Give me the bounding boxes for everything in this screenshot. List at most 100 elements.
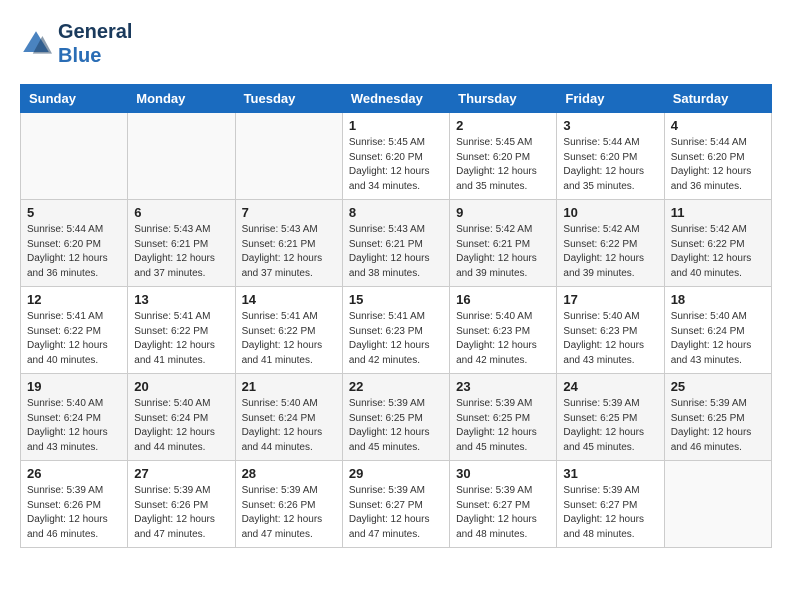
day-number: 20 xyxy=(134,379,228,394)
calendar-week-row: 19 Sunrise: 5:40 AMSunset: 6:24 PMDayligh… xyxy=(21,374,772,461)
calendar-cell: 11Sunrise: 5:42 AMSunset: 6:22 PMDayligh… xyxy=(664,200,771,287)
calendar-cell: 10 Sunrise: 5:42 AMSunset: 6:22 PMDayligh… xyxy=(557,200,664,287)
calendar-week-row: 1 Sunrise: 5:45 AMSunset: 6:20 PMDaylight… xyxy=(21,113,772,200)
day-number: 3 xyxy=(563,118,657,133)
weekday-header: Friday xyxy=(557,85,664,113)
day-info: Sunrise: 5:45 AMSunset: 6:20 PMDaylight:… xyxy=(456,136,550,194)
day-number: 7 xyxy=(242,205,336,220)
calendar-cell: 9Sunrise: 5:42 AMSunset: 6:21 PMDaylight… xyxy=(450,200,557,287)
calendar-cell: 22Sunrise: 5:39 AMSunset: 6:25 PMDayligh… xyxy=(342,374,449,461)
calendar-cell: 4Sunrise: 5:44 AMSunset: 6:20 PMDaylight… xyxy=(664,113,771,200)
calendar-cell xyxy=(664,461,771,548)
calendar-week-row: 5 Sunrise: 5:44 AMSunset: 6:20 PMDaylight… xyxy=(21,200,772,287)
day-info: Sunrise: 5:41 AMSunset: 6:22 PMDaylight:… xyxy=(134,310,228,368)
day-number: 30 xyxy=(456,466,550,481)
calendar-cell: 20 Sunrise: 5:40 AMSunset: 6:24 PMDayligh… xyxy=(128,374,235,461)
day-info: Sunrise: 5:40 AMSunset: 6:23 PMDaylight:… xyxy=(456,310,550,368)
page-header: General Blue xyxy=(20,20,772,68)
day-number: 14 xyxy=(242,292,336,307)
day-info: Sunrise: 5:41 AMSunset: 6:22 PMDaylight:… xyxy=(242,310,336,368)
calendar-cell xyxy=(128,113,235,200)
day-number: 17 xyxy=(563,292,657,307)
calendar-cell: 13 Sunrise: 5:41 AMSunset: 6:22 PMDayligh… xyxy=(128,287,235,374)
day-number: 28 xyxy=(242,466,336,481)
day-number: 2 xyxy=(456,118,550,133)
day-number: 12 xyxy=(27,292,121,307)
calendar-cell: 24 Sunrise: 5:39 AMSunset: 6:25 PMDayligh… xyxy=(557,374,664,461)
calendar-cell: 23Sunrise: 5:39 AMSunset: 6:25 PMDayligh… xyxy=(450,374,557,461)
day-info: Sunrise: 5:39 AMSunset: 6:27 PMDaylight:… xyxy=(456,484,550,542)
day-info: Sunrise: 5:44 AMSunset: 6:20 PMDaylight:… xyxy=(563,136,657,194)
weekday-header: Wednesday xyxy=(342,85,449,113)
day-number: 10 xyxy=(563,205,657,220)
day-info: Sunrise: 5:41 AMSunset: 6:22 PMDaylight:… xyxy=(27,310,121,368)
day-info: Sunrise: 5:39 AMSunset: 6:25 PMDaylight:… xyxy=(671,397,765,455)
calendar-cell: 5 Sunrise: 5:44 AMSunset: 6:20 PMDaylight… xyxy=(21,200,128,287)
calendar-cell: 3 Sunrise: 5:44 AMSunset: 6:20 PMDaylight… xyxy=(557,113,664,200)
day-info: Sunrise: 5:40 AMSunset: 6:24 PMDaylight:… xyxy=(671,310,765,368)
calendar-cell: 19 Sunrise: 5:40 AMSunset: 6:24 PMDayligh… xyxy=(21,374,128,461)
day-number: 29 xyxy=(349,466,443,481)
day-info: Sunrise: 5:39 AMSunset: 6:26 PMDaylight:… xyxy=(134,484,228,542)
calendar-cell: 8 Sunrise: 5:43 AMSunset: 6:21 PMDaylight… xyxy=(342,200,449,287)
day-info: Sunrise: 5:43 AMSunset: 6:21 PMDaylight:… xyxy=(134,223,228,281)
day-number: 25 xyxy=(671,379,765,394)
calendar-week-row: 12 Sunrise: 5:41 AMSunset: 6:22 PMDayligh… xyxy=(21,287,772,374)
calendar-cell: 18Sunrise: 5:40 AMSunset: 6:24 PMDayligh… xyxy=(664,287,771,374)
day-info: Sunrise: 5:44 AMSunset: 6:20 PMDaylight:… xyxy=(671,136,765,194)
calendar-cell: 14 Sunrise: 5:41 AMSunset: 6:22 PMDayligh… xyxy=(235,287,342,374)
day-number: 24 xyxy=(563,379,657,394)
calendar-cell xyxy=(235,113,342,200)
day-number: 8 xyxy=(349,205,443,220)
calendar-cell: 1 Sunrise: 5:45 AMSunset: 6:20 PMDaylight… xyxy=(342,113,449,200)
calendar-cell: 12 Sunrise: 5:41 AMSunset: 6:22 PMDayligh… xyxy=(21,287,128,374)
day-number: 9 xyxy=(456,205,550,220)
calendar-cell: 2 Sunrise: 5:45 AMSunset: 6:20 PMDaylight… xyxy=(450,113,557,200)
day-info: Sunrise: 5:45 AMSunset: 6:20 PMDaylight:… xyxy=(349,136,443,194)
calendar-cell: 25 Sunrise: 5:39 AMSunset: 6:25 PMDayligh… xyxy=(664,374,771,461)
calendar: SundayMondayTuesdayWednesdayThursdayFrid… xyxy=(20,84,772,548)
day-number: 31 xyxy=(563,466,657,481)
calendar-cell: 21 Sunrise: 5:40 AMSunset: 6:24 PMDayligh… xyxy=(235,374,342,461)
calendar-cell: 26 Sunrise: 5:39 AMSunset: 6:26 PMDayligh… xyxy=(21,461,128,548)
day-number: 19 xyxy=(27,379,121,394)
day-info: Sunrise: 5:43 AMSunset: 6:21 PMDaylight:… xyxy=(242,223,336,281)
day-info: Sunrise: 5:44 AMSunset: 6:20 PMDaylight:… xyxy=(27,223,121,281)
calendar-cell: 17Sunrise: 5:40 AMSunset: 6:23 PMDayligh… xyxy=(557,287,664,374)
logo: General Blue xyxy=(20,20,132,68)
day-info: Sunrise: 5:42 AMSunset: 6:22 PMDaylight:… xyxy=(671,223,765,281)
day-info: Sunrise: 5:39 AMSunset: 6:25 PMDaylight:… xyxy=(563,397,657,455)
calendar-week-row: 26 Sunrise: 5:39 AMSunset: 6:26 PMDayligh… xyxy=(21,461,772,548)
day-info: Sunrise: 5:39 AMSunset: 6:27 PMDaylight:… xyxy=(349,484,443,542)
calendar-cell xyxy=(21,113,128,200)
weekday-header: Monday xyxy=(128,85,235,113)
calendar-cell: 7 Sunrise: 5:43 AMSunset: 6:21 PMDaylight… xyxy=(235,200,342,287)
calendar-cell: 15 Sunrise: 5:41 AMSunset: 6:23 PMDayligh… xyxy=(342,287,449,374)
day-info: Sunrise: 5:40 AMSunset: 6:24 PMDaylight:… xyxy=(134,397,228,455)
day-number: 21 xyxy=(242,379,336,394)
calendar-cell: 27Sunrise: 5:39 AMSunset: 6:26 PMDayligh… xyxy=(128,461,235,548)
day-number: 5 xyxy=(27,205,121,220)
calendar-cell: 30 Sunrise: 5:39 AMSunset: 6:27 PMDayligh… xyxy=(450,461,557,548)
day-number: 26 xyxy=(27,466,121,481)
day-info: Sunrise: 5:39 AMSunset: 6:26 PMDaylight:… xyxy=(242,484,336,542)
day-info: Sunrise: 5:40 AMSunset: 6:24 PMDaylight:… xyxy=(242,397,336,455)
weekday-header: Saturday xyxy=(664,85,771,113)
day-info: Sunrise: 5:41 AMSunset: 6:23 PMDaylight:… xyxy=(349,310,443,368)
day-number: 23 xyxy=(456,379,550,394)
day-number: 1 xyxy=(349,118,443,133)
calendar-cell: 31 Sunrise: 5:39 AMSunset: 6:27 PMDayligh… xyxy=(557,461,664,548)
day-info: Sunrise: 5:43 AMSunset: 6:21 PMDaylight:… xyxy=(349,223,443,281)
day-info: Sunrise: 5:40 AMSunset: 6:24 PMDaylight:… xyxy=(27,397,121,455)
calendar-cell: 6 Sunrise: 5:43 AMSunset: 6:21 PMDaylight… xyxy=(128,200,235,287)
calendar-cell: 28 Sunrise: 5:39 AMSunset: 6:26 PMDayligh… xyxy=(235,461,342,548)
calendar-header-row: SundayMondayTuesdayWednesdayThursdayFrid… xyxy=(21,85,772,113)
day-number: 15 xyxy=(349,292,443,307)
day-number: 16 xyxy=(456,292,550,307)
day-number: 6 xyxy=(134,205,228,220)
day-info: Sunrise: 5:39 AMSunset: 6:25 PMDaylight:… xyxy=(349,397,443,455)
day-info: Sunrise: 5:39 AMSunset: 6:27 PMDaylight:… xyxy=(563,484,657,542)
day-info: Sunrise: 5:39 AMSunset: 6:26 PMDaylight:… xyxy=(27,484,121,542)
day-info: Sunrise: 5:42 AMSunset: 6:22 PMDaylight:… xyxy=(563,223,657,281)
day-number: 13 xyxy=(134,292,228,307)
